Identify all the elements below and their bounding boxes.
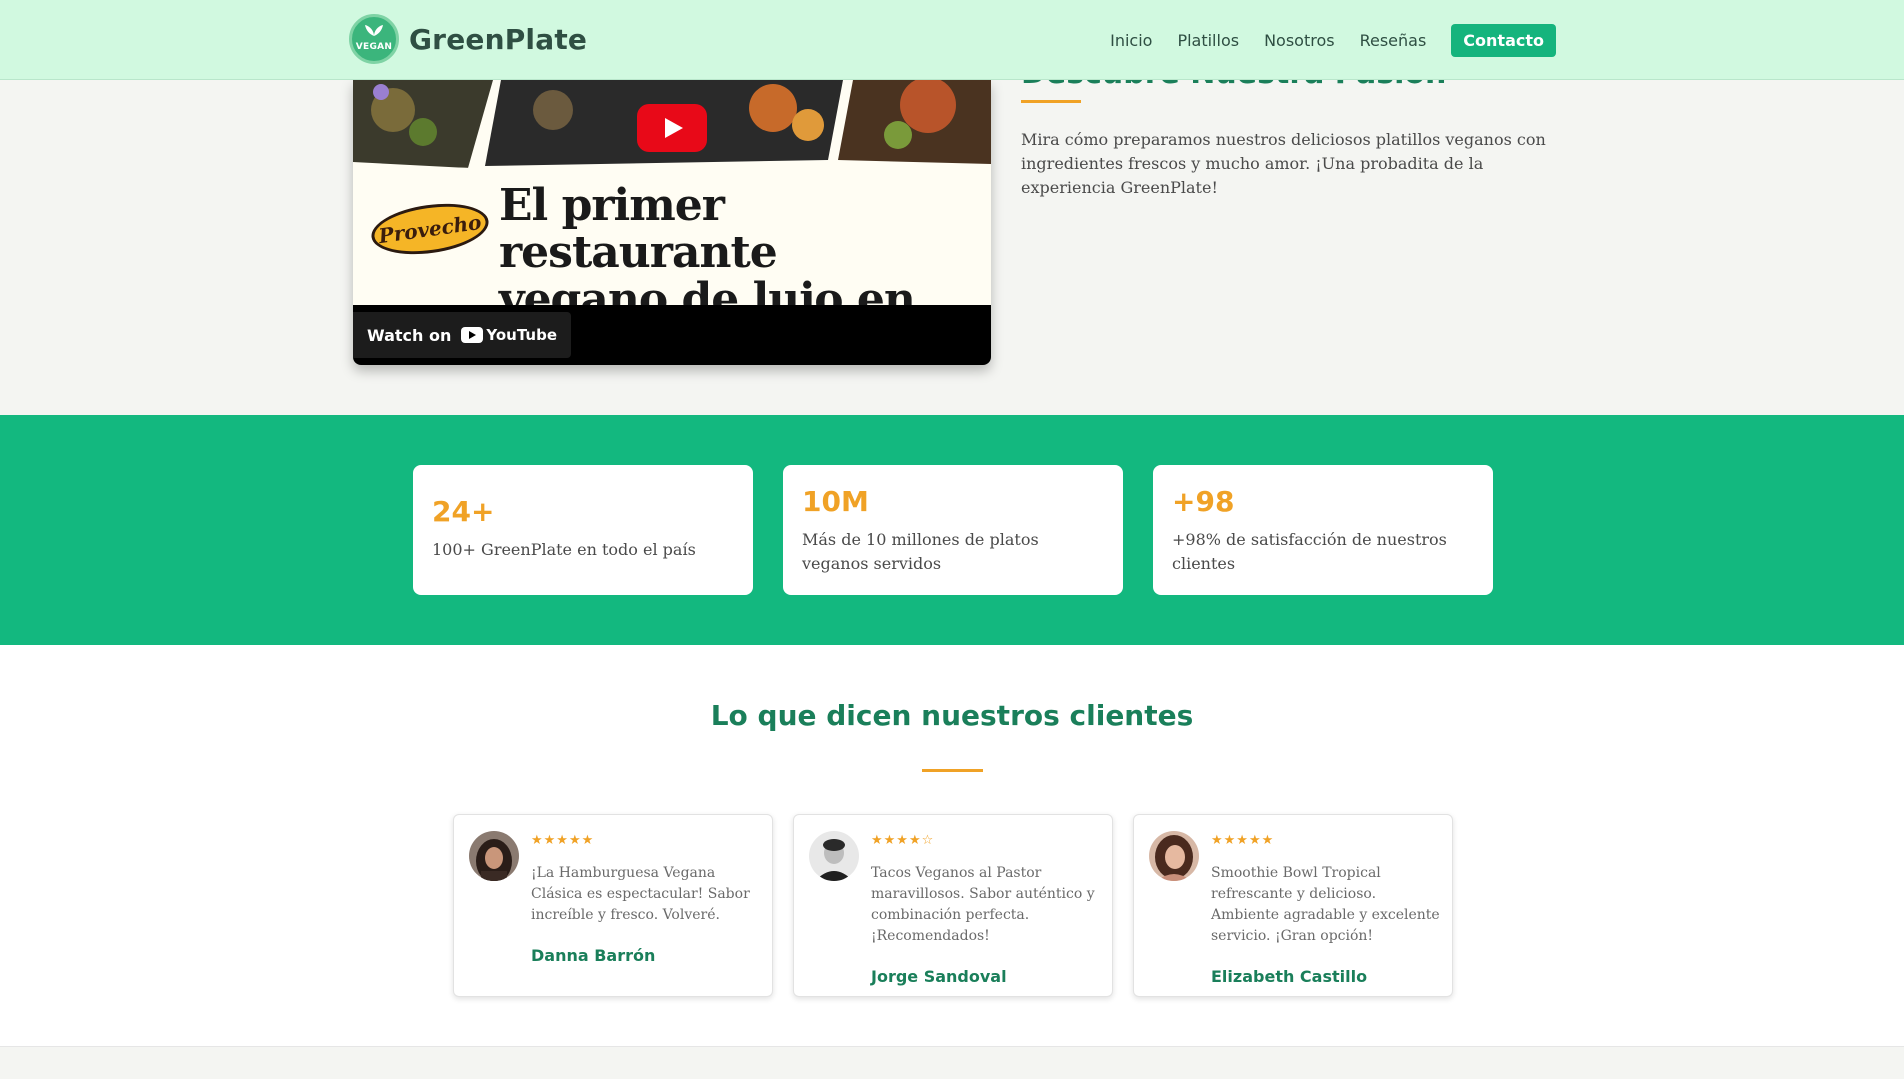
stat-label: +98% de satisfacción de nuestros cliente…	[1172, 530, 1447, 573]
leaf-icon	[365, 25, 383, 36]
video-embed[interactable]: Provecho El primer restaurante vegano de…	[353, 80, 991, 365]
provecho-logo: Provecho	[368, 197, 492, 261]
watch-on-label: Watch on	[367, 325, 452, 345]
rating-stars: ★★★★☆	[871, 833, 935, 848]
testimonials-section: Lo que dicen nuestros clientes ★★★★★ ¡La…	[0, 645, 1904, 1047]
stats-section: 24+ 100+ GreenPlate en todo el país 10M …	[0, 415, 1904, 645]
stat-number: 24+	[432, 495, 495, 528]
youtube-icon	[461, 327, 484, 343]
stat-label: Más de 10 millones de platos veganos ser…	[802, 530, 1039, 573]
play-button[interactable]	[637, 104, 707, 152]
testimonial-author: Danna Barrón	[531, 946, 656, 965]
stat-number: +98	[1172, 485, 1235, 518]
testimonial-author: Jorge Sandoval	[871, 967, 1007, 986]
testimonial-card: ★★★★★ ¡La Hamburguesa Vegana Clásica es …	[453, 814, 773, 997]
youtube-label: YouTube	[486, 326, 558, 344]
testimonial-quote: Smoothie Bowl Tropical refrescante y del…	[1211, 865, 1440, 944]
video-control-bar: Watch on YouTube	[353, 305, 991, 365]
nav-link-inicio[interactable]: Inicio	[1110, 31, 1152, 50]
testimonials-title: Lo que dicen nuestros clientes	[710, 699, 1194, 732]
nav-link-resenas[interactable]: Reseñas	[1360, 31, 1427, 50]
youtube-logo: YouTube	[461, 326, 557, 344]
stat-card: 10M Más de 10 millones de platos veganos…	[783, 465, 1123, 595]
vegan-logo-icon[interactable]: VEGAN	[349, 14, 399, 64]
testimonials-divider	[922, 769, 983, 772]
testimonial-quote: Tacos Veganos al Pastor maravillosos. Sa…	[871, 865, 1095, 944]
watch-on-youtube-button[interactable]: Watch on YouTube	[353, 312, 572, 358]
testimonial-card: ★★★★★ Smoothie Bowl Tropical refrescante…	[1133, 814, 1453, 997]
main-nav: Inicio Platillos Nosotros Reseñas Contac…	[1110, 24, 1556, 57]
nav-link-platillos[interactable]: Platillos	[1177, 31, 1239, 50]
logo-text: VEGAN	[355, 42, 393, 52]
testimonial-card: ★★★★☆ Tacos Veganos al Pastor maravillos…	[793, 814, 1113, 997]
stat-card: 24+ 100+ GreenPlate en todo el país	[413, 465, 753, 595]
contact-button[interactable]: Contacto	[1451, 24, 1556, 57]
stat-number: 10M	[802, 485, 869, 518]
site-header: VEGAN GreenPlate Inicio Platillos Nosotr…	[0, 0, 1904, 80]
avatar	[809, 831, 859, 881]
stat-label: 100+ GreenPlate en todo el país	[432, 540, 696, 559]
brand-name[interactable]: GreenPlate	[409, 23, 587, 56]
video-title-line-1: El primer restaurante	[499, 180, 778, 278]
testimonial-quote: ¡La Hamburguesa Vegana Clásica es espect…	[531, 865, 750, 923]
about-description: Mira cómo preparamos nuestros deliciosos…	[1021, 130, 1546, 197]
brand[interactable]: VEGAN GreenPlate	[349, 14, 587, 64]
stat-card: +98 +98% de satisfacción de nuestros cli…	[1153, 465, 1493, 595]
rating-stars: ★★★★★	[1211, 833, 1275, 848]
nav-link-nosotros[interactable]: Nosotros	[1264, 31, 1335, 50]
rating-stars: ★★★★★	[531, 833, 595, 848]
about-divider	[1021, 100, 1081, 103]
testimonial-author: Elizabeth Castillo	[1211, 967, 1368, 986]
avatar	[469, 831, 519, 881]
avatar	[1149, 831, 1199, 881]
